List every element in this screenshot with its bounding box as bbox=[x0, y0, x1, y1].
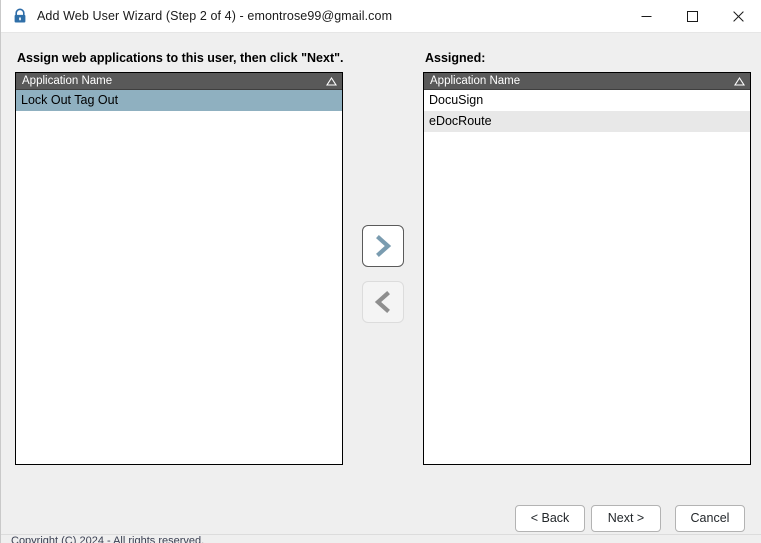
close-button[interactable] bbox=[715, 0, 761, 32]
list-item[interactable]: DocuSign bbox=[424, 90, 750, 111]
maximize-icon bbox=[686, 10, 698, 22]
instruction-text: Assign web applications to this user, th… bbox=[17, 51, 344, 65]
caption-button-group bbox=[623, 0, 761, 32]
lock-icon bbox=[14, 8, 26, 23]
minimize-button[interactable] bbox=[623, 0, 669, 32]
sort-ascending-icon bbox=[733, 75, 746, 88]
next-button[interactable]: Next > bbox=[591, 505, 661, 532]
assigned-list-header[interactable]: Application Name bbox=[424, 73, 750, 90]
window-title: Add Web User Wizard (Step 2 of 4) - emon… bbox=[37, 9, 393, 23]
wizard-content: Assign web applications to this user, th… bbox=[1, 33, 761, 543]
sort-ascending-icon bbox=[325, 75, 338, 88]
list-item[interactable]: Lock Out Tag Out bbox=[16, 90, 342, 111]
list-item[interactable]: eDocRoute bbox=[424, 111, 750, 132]
status-bar: Copyright (C) 2024 - All rights reserved… bbox=[1, 534, 761, 543]
assigned-column-application-name: Application Name bbox=[430, 75, 521, 87]
assign-application-button[interactable] bbox=[362, 225, 404, 267]
assigned-label: Assigned: bbox=[425, 51, 486, 65]
back-button[interactable]: < Back bbox=[515, 505, 585, 532]
assigned-applications-list[interactable]: Application Name DocuSign eDocRoute bbox=[423, 72, 751, 465]
minimize-icon bbox=[641, 15, 651, 17]
status-bar-text: Copyright (C) 2024 - All rights reserved… bbox=[11, 535, 205, 543]
available-list-header[interactable]: Application Name bbox=[16, 73, 342, 90]
available-applications-list[interactable]: Application Name Lock Out Tag Out bbox=[15, 72, 343, 465]
assigned-list-rows: DocuSign eDocRoute bbox=[424, 90, 750, 132]
cancel-button[interactable]: Cancel bbox=[675, 505, 745, 532]
available-column-application-name: Application Name bbox=[22, 75, 113, 87]
chevron-right-icon bbox=[376, 235, 392, 257]
chevron-left-icon bbox=[374, 291, 390, 313]
unassign-application-button[interactable] bbox=[362, 281, 404, 323]
close-icon bbox=[732, 10, 744, 22]
maximize-button[interactable] bbox=[669, 0, 715, 32]
title-bar: Add Web User Wizard (Step 2 of 4) - emon… bbox=[1, 0, 761, 33]
available-list-rows: Lock Out Tag Out bbox=[16, 90, 342, 111]
